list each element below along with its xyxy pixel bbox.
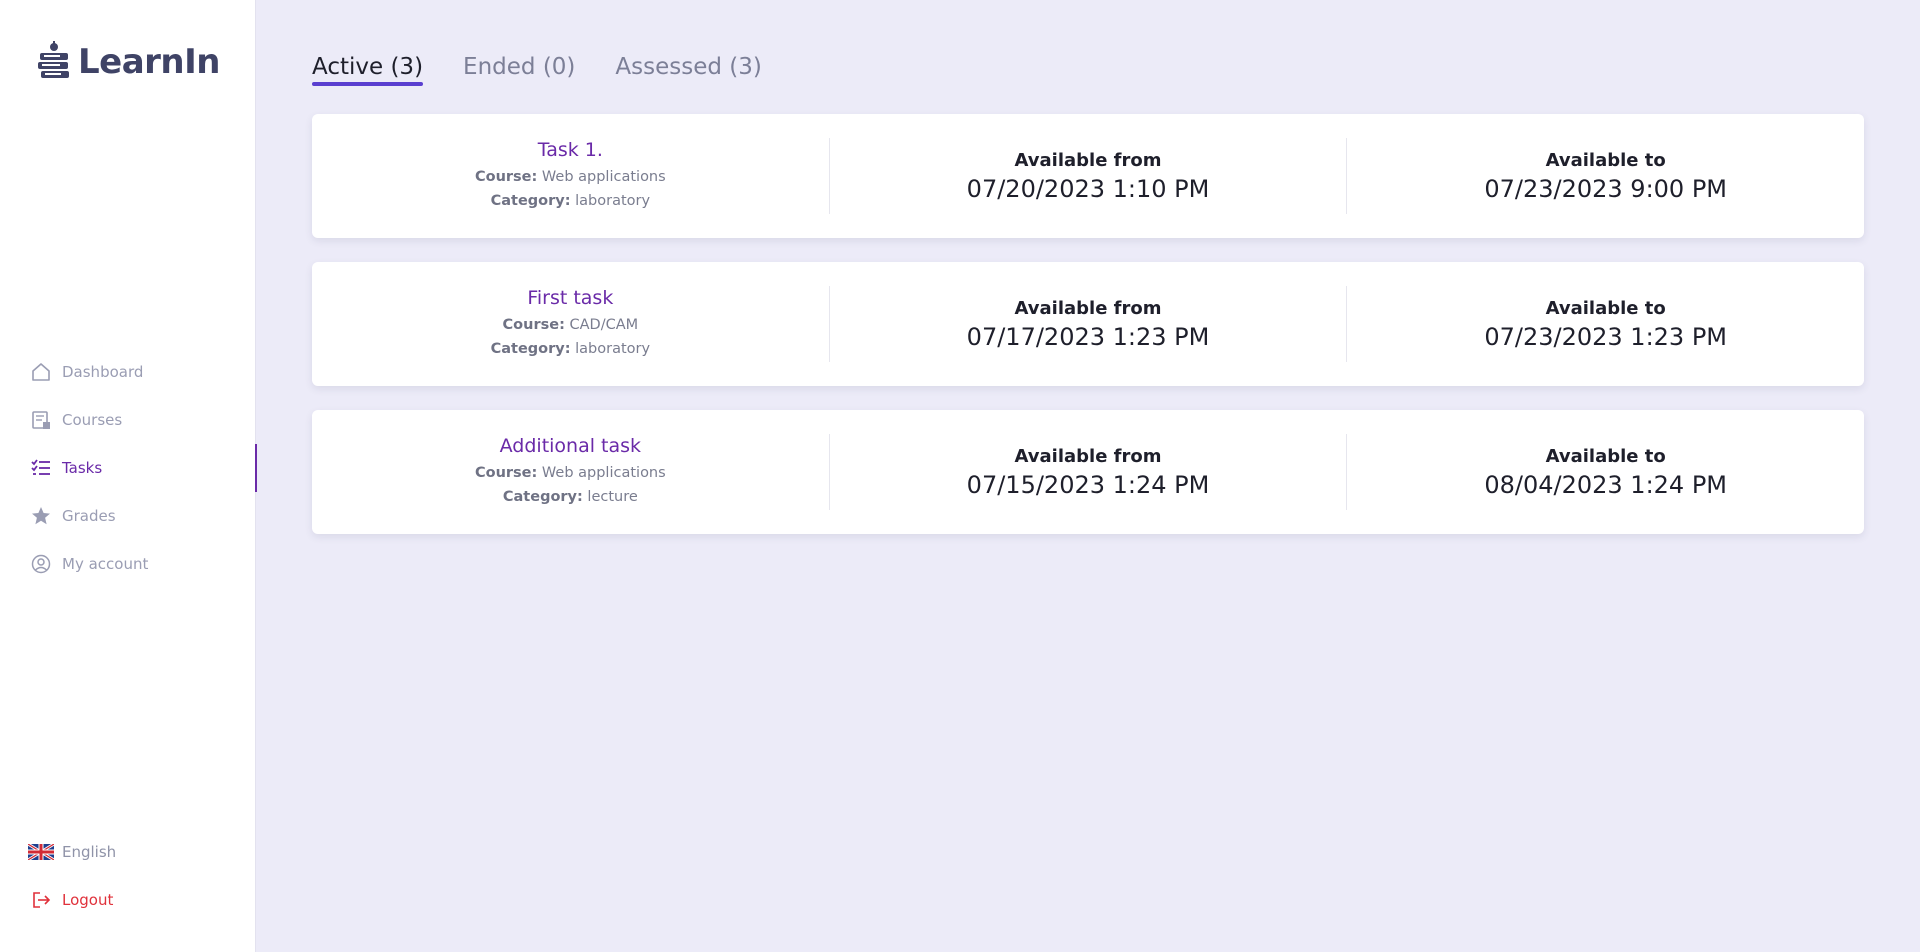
category-label: Category:	[490, 341, 571, 357]
course-value: Web applications	[541, 465, 666, 481]
tab-ended[interactable]: Ended (0)	[463, 54, 575, 84]
courses-icon	[30, 409, 52, 431]
task-title[interactable]: First task	[527, 287, 613, 309]
sidebar-bottom: English Logout	[0, 828, 256, 924]
available-to-date: 07/23/2023 1:23 PM	[1484, 322, 1728, 351]
category-value: laboratory	[575, 193, 651, 209]
task-course: Course: Web applications	[475, 165, 666, 189]
course-label: Course:	[474, 465, 538, 481]
course-value: Web applications	[541, 169, 666, 185]
available-from-label: Available from	[1014, 445, 1162, 467]
course-label: Course:	[474, 169, 538, 185]
task-card[interactable]: Additional task Course: Web applications…	[312, 410, 1864, 534]
app-name: LearnIn	[78, 42, 221, 82]
available-from-date: 07/20/2023 1:10 PM	[966, 174, 1210, 203]
available-to: Available to 07/23/2023 1:23 PM	[1346, 286, 1864, 362]
language-label: English	[62, 843, 117, 861]
task-title[interactable]: Additional task	[500, 435, 641, 457]
available-to: Available to 08/04/2023 1:24 PM	[1346, 434, 1864, 510]
user-circle-icon	[30, 553, 52, 575]
task-course: Course: Web applications	[475, 461, 666, 485]
category-label: Category:	[502, 489, 583, 505]
available-to-label: Available to	[1545, 149, 1666, 171]
available-from-date: 07/17/2023 1:23 PM	[966, 322, 1210, 351]
task-category: Category: lecture	[503, 485, 638, 509]
task-category: Category: laboratory	[491, 337, 650, 361]
available-from: Available from 07/20/2023 1:10 PM	[828, 138, 1347, 214]
task-title[interactable]: Task 1.	[538, 139, 603, 161]
tasks-icon	[30, 457, 52, 479]
star-icon	[30, 505, 52, 527]
task-info: Additional task Course: Web applications…	[312, 434, 829, 510]
sidebar-item-dashboard[interactable]: Dashboard	[0, 348, 256, 396]
tab-assessed[interactable]: Assessed (3)	[615, 54, 761, 84]
available-from: Available from 07/15/2023 1:24 PM	[828, 434, 1347, 510]
app-logo[interactable]: LearnIn	[36, 40, 221, 84]
available-from-label: Available from	[1014, 149, 1162, 171]
available-to-date: 07/23/2023 9:00 PM	[1484, 174, 1728, 203]
task-category: Category: laboratory	[491, 189, 650, 213]
logout-button[interactable]: Logout	[0, 876, 256, 924]
task-card[interactable]: Task 1. Course: Web applications Categor…	[312, 114, 1864, 238]
category-label: Category:	[490, 193, 571, 209]
home-icon	[30, 361, 52, 383]
sidebar-item-grades[interactable]: Grades	[0, 492, 256, 540]
tab-active[interactable]: Active (3)	[312, 54, 424, 86]
available-to: Available to 07/23/2023 9:00 PM	[1346, 138, 1864, 214]
available-from-label: Available from	[1014, 297, 1162, 319]
sidebar-item-label: Tasks	[62, 459, 103, 477]
category-value: lecture	[587, 489, 638, 505]
books-logo-icon	[38, 41, 69, 78]
available-from-date: 07/15/2023 1:24 PM	[966, 470, 1210, 499]
course-label: Course:	[502, 317, 565, 333]
sidebar-item-label: Dashboard	[62, 363, 144, 381]
uk-flag-icon	[28, 843, 54, 861]
logout-icon	[28, 891, 54, 909]
sidebar-item-tasks[interactable]: Tasks	[0, 444, 257, 492]
task-info: Task 1. Course: Web applications Categor…	[312, 138, 829, 214]
available-from: Available from 07/17/2023 1:23 PM	[828, 286, 1347, 362]
task-course: Course: CAD/CAM	[503, 313, 639, 337]
sidebar-nav: Dashboard Courses Tasks Grades My accoun…	[0, 348, 257, 588]
sidebar-item-courses[interactable]: Courses	[0, 396, 256, 444]
available-to-label: Available to	[1545, 297, 1666, 319]
sidebar-item-label: Grades	[62, 507, 116, 525]
task-info: First task Course: CAD/CAM Category: lab…	[312, 286, 829, 362]
category-value: laboratory	[575, 341, 651, 357]
task-card[interactable]: First task Course: CAD/CAM Category: lab…	[312, 262, 1864, 386]
available-to-label: Available to	[1545, 445, 1666, 467]
sidebar-item-label: My account	[62, 555, 149, 573]
logout-label: Logout	[62, 891, 114, 909]
sidebar-item-my-account[interactable]: My account	[0, 540, 256, 588]
available-to-date: 08/04/2023 1:24 PM	[1484, 470, 1728, 499]
course-value: CAD/CAM	[569, 317, 639, 333]
sidebar-item-label: Courses	[62, 411, 123, 429]
main-content: Active (3) Ended (0) Assessed (3) Task 1…	[256, 0, 1920, 952]
task-list: Task 1. Course: Web applications Categor…	[312, 114, 1864, 558]
task-tabs: Active (3) Ended (0) Assessed (3)	[312, 54, 762, 86]
language-selector[interactable]: English	[0, 828, 256, 876]
sidebar: LearnIn Dashboard Courses Tasks Grades M…	[0, 0, 257, 952]
